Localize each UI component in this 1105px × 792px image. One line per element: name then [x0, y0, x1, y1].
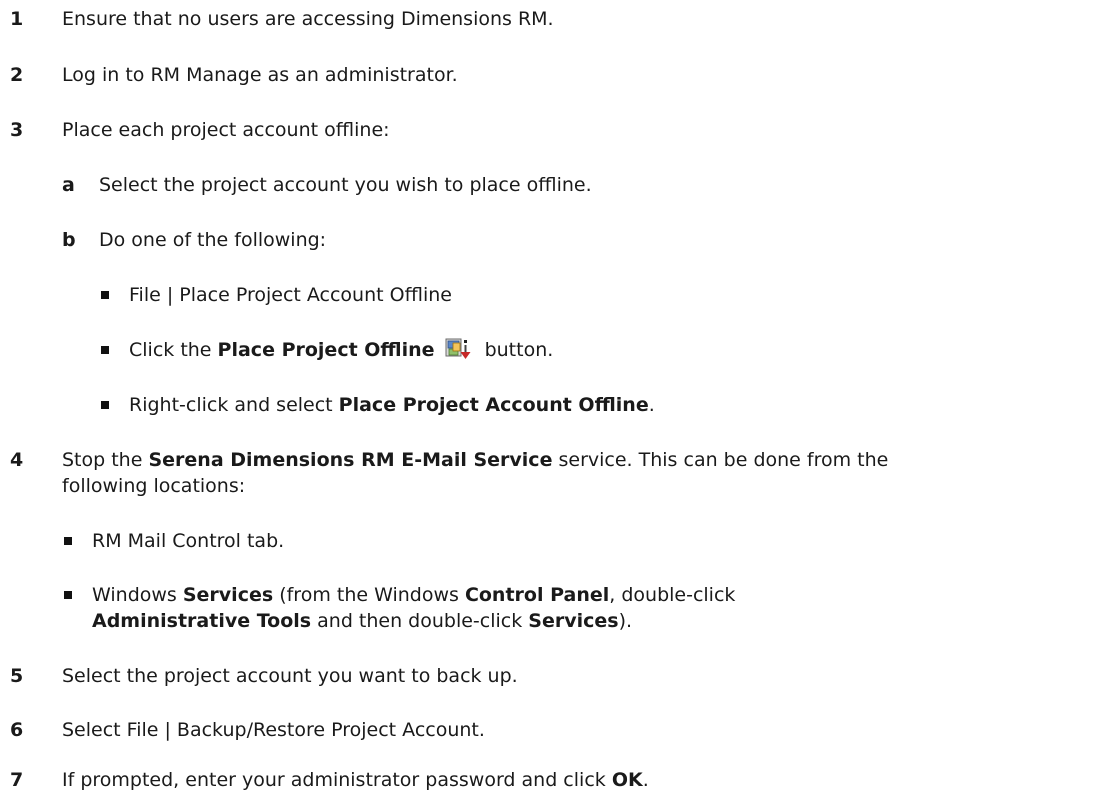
bullet — [64, 591, 72, 599]
step-number: 5 — [10, 665, 24, 687]
step-number: 1 — [10, 8, 24, 30]
substep-letter: b — [62, 229, 76, 251]
bullet-text: RM Mail Control tab. — [92, 530, 285, 552]
step-number: 2 — [10, 64, 24, 86]
step-text: Ensure that no users are accessing Dimen… — [62, 8, 554, 30]
step-text: Select File | Backup/Restore Project Acc… — [62, 719, 485, 741]
step-text-continued: following locations: — [62, 475, 246, 497]
bullet-text: File | Place Project Account Offline — [129, 284, 452, 306]
step-text: Select the project account you want to b… — [62, 665, 518, 687]
step-number: 6 — [10, 719, 24, 741]
bullet — [101, 346, 109, 354]
bullet-text-continued: Administrative Tools and then double-cli… — [92, 610, 633, 632]
substep-text: Select the project account you wish to p… — [99, 174, 592, 196]
substep-letter: a — [62, 174, 75, 196]
place-project-offline-label: Place Project Offline — [217, 339, 435, 361]
bullet-text-pre: Click the — [129, 339, 218, 361]
bullet-text: Right-click and select Place Project Acc… — [129, 394, 655, 416]
step-number: 3 — [10, 119, 24, 141]
bullet — [64, 537, 72, 545]
step-text: Place each project account offline: — [62, 119, 390, 141]
bullet-text-post: button. — [484, 339, 554, 361]
bullet — [101, 401, 109, 409]
step-text: Stop the Serena Dimensions RM E-Mail Ser… — [62, 449, 889, 471]
step-text: If prompted, enter your administrator pa… — [62, 769, 649, 791]
service-name: Serena Dimensions RM E-Mail Service — [148, 449, 553, 471]
bullet — [101, 291, 109, 299]
step-text: Log in to RM Manage as an administrator. — [62, 64, 458, 86]
substep-text: Do one of the following: — [99, 229, 327, 251]
place-project-offline-icon — [445, 338, 471, 360]
step-number: 7 — [10, 769, 24, 791]
step-number: 4 — [10, 449, 24, 471]
bullet-text: Click the Place Project Offline button. — [129, 338, 553, 362]
bullet-text: Windows Services (from the Windows Contr… — [92, 584, 736, 606]
